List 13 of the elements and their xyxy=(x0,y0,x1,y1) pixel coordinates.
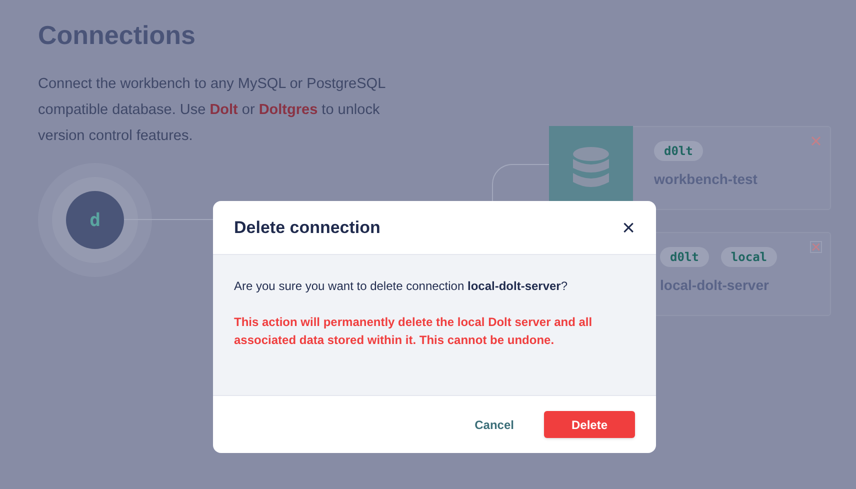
tag-chip: d0lt xyxy=(660,247,709,267)
delete-button[interactable]: Delete xyxy=(544,411,635,438)
tag-chip: d0lt xyxy=(654,141,703,161)
dialog-title: Delete connection xyxy=(234,216,380,239)
warning-text: This action will permanently delete the local Dolt server and all associated data stored within it. This cannot be undone. xyxy=(234,314,594,349)
remove-icon[interactable] xyxy=(810,241,822,253)
hub-letter: d xyxy=(90,208,100,232)
database-icon xyxy=(571,146,611,190)
page-description: Connect the workbench to any MySQL or PostgreSQL compatible database. Use Dolt or Doltgres to unlock version control features. xyxy=(38,75,386,146)
page-title: Connections xyxy=(38,19,196,52)
tag-chip: local xyxy=(720,247,778,267)
remove-icon[interactable] xyxy=(810,135,822,147)
cancel-button[interactable]: Cancel xyxy=(474,416,514,434)
